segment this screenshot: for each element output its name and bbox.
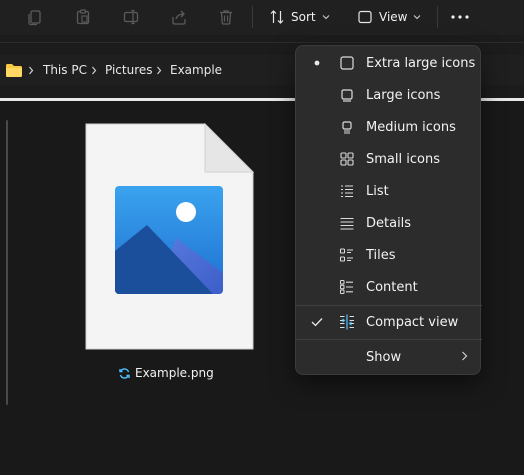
extra-large-icons-icon bbox=[338, 54, 356, 72]
menu-item-content[interactable]: Content bbox=[296, 271, 482, 303]
large-icons-icon bbox=[338, 86, 356, 104]
chevron-down-icon bbox=[414, 15, 421, 20]
medium-icons-icon bbox=[338, 118, 356, 136]
menu-item-large-icons[interactable]: Large icons bbox=[296, 79, 482, 111]
view-icon bbox=[358, 10, 372, 24]
small-icons-icon bbox=[338, 150, 356, 168]
copy-icon[interactable] bbox=[23, 6, 47, 28]
menu-item-label: Medium icons bbox=[366, 119, 456, 135]
navigation-scrollbar[interactable] bbox=[6, 120, 8, 405]
menu-item-show[interactable]: Show bbox=[296, 341, 482, 373]
chevron-right-icon bbox=[461, 350, 468, 365]
view-label: View bbox=[379, 10, 408, 24]
menu-item-medium-icons[interactable]: Medium icons bbox=[296, 111, 482, 143]
menu-item-compact-view[interactable]: Compact view bbox=[296, 306, 482, 338]
menu-item-label: Details bbox=[366, 215, 412, 231]
menu-item-label: Extra large icons bbox=[366, 55, 476, 71]
menu-item-details[interactable]: Details bbox=[296, 207, 482, 239]
toolbar-divider bbox=[437, 6, 438, 28]
chevron-right-icon bbox=[156, 61, 162, 79]
rename-icon[interactable] bbox=[119, 6, 143, 28]
content-icon bbox=[338, 278, 356, 296]
menu-item-label: Tiles bbox=[366, 247, 396, 263]
details-icon bbox=[338, 214, 356, 232]
more-icon[interactable] bbox=[448, 6, 472, 28]
menu-item-tiles[interactable]: Tiles bbox=[296, 239, 482, 271]
menu-item-label: Large icons bbox=[366, 87, 441, 103]
breadcrumb-example[interactable]: Example bbox=[170, 61, 222, 79]
paste-icon[interactable] bbox=[71, 6, 95, 28]
file-name-label[interactable]: Example.png bbox=[118, 364, 214, 382]
delete-icon[interactable] bbox=[214, 6, 238, 28]
breadcrumb-this-pc[interactable]: This PC bbox=[43, 61, 87, 79]
breadcrumb-pictures[interactable]: Pictures bbox=[105, 61, 153, 79]
toolbar-border bbox=[0, 42, 524, 43]
sort-icon bbox=[270, 10, 284, 24]
compact-view-icon bbox=[338, 313, 356, 331]
menu-item-list[interactable]: List bbox=[296, 175, 482, 207]
command-bar: Sort View bbox=[0, 0, 524, 35]
share-icon[interactable] bbox=[167, 6, 191, 28]
checkmark-icon bbox=[309, 314, 325, 330]
tiles-icon bbox=[338, 246, 356, 264]
menu-separator bbox=[296, 339, 482, 340]
chevron-right-icon bbox=[28, 61, 34, 79]
list-icon bbox=[338, 182, 356, 200]
menu-item-label: Content bbox=[366, 279, 418, 295]
menu-item-label: Show bbox=[366, 349, 402, 365]
image-icon bbox=[85, 122, 255, 350]
file-item[interactable] bbox=[85, 122, 255, 353]
menu-item-label: List bbox=[366, 183, 389, 199]
menu-item-small-icons[interactable]: Small icons bbox=[296, 143, 482, 175]
file-name: Example.png bbox=[135, 366, 214, 380]
menu-item-label: Small icons bbox=[366, 151, 440, 167]
sort-label: Sort bbox=[291, 10, 316, 24]
chevron-right-icon bbox=[91, 61, 97, 79]
menu-item-extra-large-icons[interactable]: Extra large icons bbox=[296, 47, 482, 79]
menu-item-label: Compact view bbox=[366, 314, 459, 330]
sort-button[interactable]: Sort bbox=[269, 6, 336, 28]
selected-dot-icon bbox=[309, 55, 325, 71]
sync-icon bbox=[119, 367, 130, 379]
view-menu: Extra large icons Large icons Medium ico… bbox=[295, 45, 482, 375]
chevron-down-icon bbox=[322, 15, 329, 20]
view-button[interactable]: View bbox=[357, 6, 427, 28]
folder-icon bbox=[5, 61, 23, 79]
toolbar-divider bbox=[252, 6, 253, 28]
